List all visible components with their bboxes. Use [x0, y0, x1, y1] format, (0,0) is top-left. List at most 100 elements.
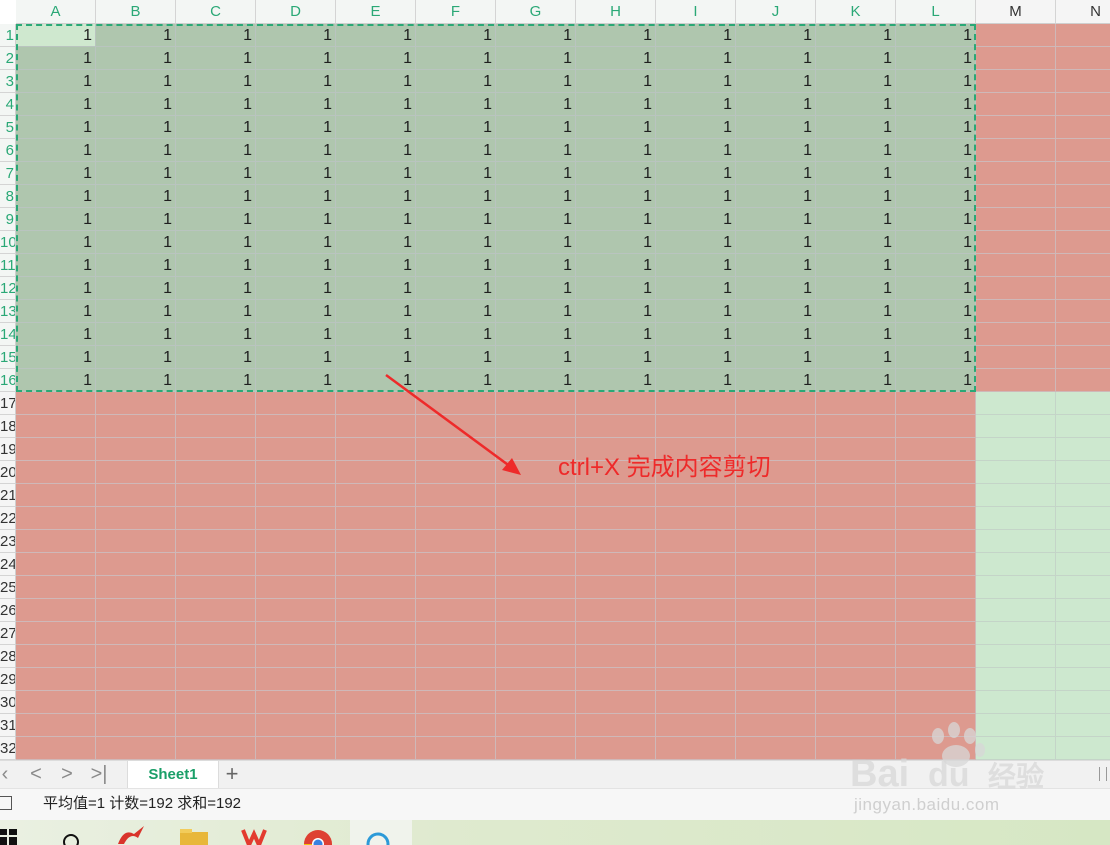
cell-g25[interactable] — [496, 576, 576, 599]
cell-n10[interactable] — [1056, 231, 1110, 254]
row-header-13[interactable]: 13 — [0, 300, 16, 323]
cell-h5[interactable]: 1 — [576, 116, 656, 139]
cell-f21[interactable] — [416, 484, 496, 507]
cell-j2[interactable]: 1 — [736, 47, 816, 70]
cell-e15[interactable]: 1 — [336, 346, 416, 369]
row-header-27[interactable]: 27 — [0, 622, 16, 645]
cell-c28[interactable] — [176, 645, 256, 668]
cell-k21[interactable] — [816, 484, 896, 507]
cell-i9[interactable]: 1 — [656, 208, 736, 231]
cell-e18[interactable] — [336, 415, 416, 438]
cell-l32[interactable] — [896, 737, 976, 760]
cell-k27[interactable] — [816, 622, 896, 645]
row-header-28[interactable]: 28 — [0, 645, 16, 668]
cell-h26[interactable] — [576, 599, 656, 622]
cell-e21[interactable] — [336, 484, 416, 507]
cell-g26[interactable] — [496, 599, 576, 622]
cell-b24[interactable] — [96, 553, 176, 576]
cell-l8[interactable]: 1 — [896, 185, 976, 208]
cell-e32[interactable] — [336, 737, 416, 760]
cell-b16[interactable]: 1 — [96, 369, 176, 392]
cell-c8[interactable]: 1 — [176, 185, 256, 208]
column-header-e[interactable]: E — [336, 0, 416, 24]
cell-g8[interactable]: 1 — [496, 185, 576, 208]
cell-n20[interactable] — [1056, 461, 1110, 484]
cell-k7[interactable]: 1 — [816, 162, 896, 185]
cell-n15[interactable] — [1056, 346, 1110, 369]
cell-k28[interactable] — [816, 645, 896, 668]
cell-i7[interactable]: 1 — [656, 162, 736, 185]
cell-a24[interactable] — [16, 553, 96, 576]
cell-g2[interactable]: 1 — [496, 47, 576, 70]
cell-m16[interactable] — [976, 369, 1056, 392]
cell-c19[interactable] — [176, 438, 256, 461]
cell-b12[interactable]: 1 — [96, 277, 176, 300]
cell-b21[interactable] — [96, 484, 176, 507]
app-icon[interactable] — [114, 820, 148, 845]
cell-m24[interactable] — [976, 553, 1056, 576]
cell-e11[interactable]: 1 — [336, 254, 416, 277]
cell-a6[interactable]: 1 — [16, 139, 96, 162]
cell-n18[interactable] — [1056, 415, 1110, 438]
cell-b23[interactable] — [96, 530, 176, 553]
cell-j24[interactable] — [736, 553, 816, 576]
cell-m17[interactable] — [976, 392, 1056, 415]
cell-i25[interactable] — [656, 576, 736, 599]
cell-k23[interactable] — [816, 530, 896, 553]
cell-m11[interactable] — [976, 254, 1056, 277]
cell-f30[interactable] — [416, 691, 496, 714]
cell-a1[interactable]: 1 — [16, 24, 96, 47]
cell-m3[interactable] — [976, 70, 1056, 93]
cell-n21[interactable] — [1056, 484, 1110, 507]
cell-h15[interactable]: 1 — [576, 346, 656, 369]
cell-g28[interactable] — [496, 645, 576, 668]
cell-n23[interactable] — [1056, 530, 1110, 553]
cell-f12[interactable]: 1 — [416, 277, 496, 300]
cell-n5[interactable] — [1056, 116, 1110, 139]
cell-j7[interactable]: 1 — [736, 162, 816, 185]
cell-f6[interactable]: 1 — [416, 139, 496, 162]
cell-n29[interactable] — [1056, 668, 1110, 691]
cell-d32[interactable] — [256, 737, 336, 760]
cell-a13[interactable]: 1 — [16, 300, 96, 323]
cell-m27[interactable] — [976, 622, 1056, 645]
cell-c6[interactable]: 1 — [176, 139, 256, 162]
cell-a15[interactable]: 1 — [16, 346, 96, 369]
cell-n7[interactable] — [1056, 162, 1110, 185]
cell-c1[interactable]: 1 — [176, 24, 256, 47]
cell-f18[interactable] — [416, 415, 496, 438]
cell-l10[interactable]: 1 — [896, 231, 976, 254]
cell-f24[interactable] — [416, 553, 496, 576]
cell-b4[interactable]: 1 — [96, 93, 176, 116]
row-header-29[interactable]: 29 — [0, 668, 16, 691]
cell-c10[interactable]: 1 — [176, 231, 256, 254]
cell-d23[interactable] — [256, 530, 336, 553]
cell-l21[interactable] — [896, 484, 976, 507]
cell-j8[interactable]: 1 — [736, 185, 816, 208]
cell-c14[interactable]: 1 — [176, 323, 256, 346]
first-sheet-button[interactable]: ‹ — [0, 764, 16, 786]
cell-n8[interactable] — [1056, 185, 1110, 208]
cell-a27[interactable] — [16, 622, 96, 645]
cell-h12[interactable]: 1 — [576, 277, 656, 300]
cell-j29[interactable] — [736, 668, 816, 691]
cell-j26[interactable] — [736, 599, 816, 622]
cell-b19[interactable] — [96, 438, 176, 461]
cell-f9[interactable]: 1 — [416, 208, 496, 231]
cell-b25[interactable] — [96, 576, 176, 599]
cell-k32[interactable] — [816, 737, 896, 760]
cell-f1[interactable]: 1 — [416, 24, 496, 47]
column-header-c[interactable]: C — [176, 0, 256, 24]
cell-d31[interactable] — [256, 714, 336, 737]
cell-k25[interactable] — [816, 576, 896, 599]
cell-n31[interactable] — [1056, 714, 1110, 737]
cell-a30[interactable] — [16, 691, 96, 714]
cell-a4[interactable]: 1 — [16, 93, 96, 116]
cell-i32[interactable] — [656, 737, 736, 760]
cell-e6[interactable]: 1 — [336, 139, 416, 162]
cell-l14[interactable]: 1 — [896, 323, 976, 346]
cell-g12[interactable]: 1 — [496, 277, 576, 300]
cell-a17[interactable] — [16, 392, 96, 415]
cell-e3[interactable]: 1 — [336, 70, 416, 93]
cell-i2[interactable]: 1 — [656, 47, 736, 70]
